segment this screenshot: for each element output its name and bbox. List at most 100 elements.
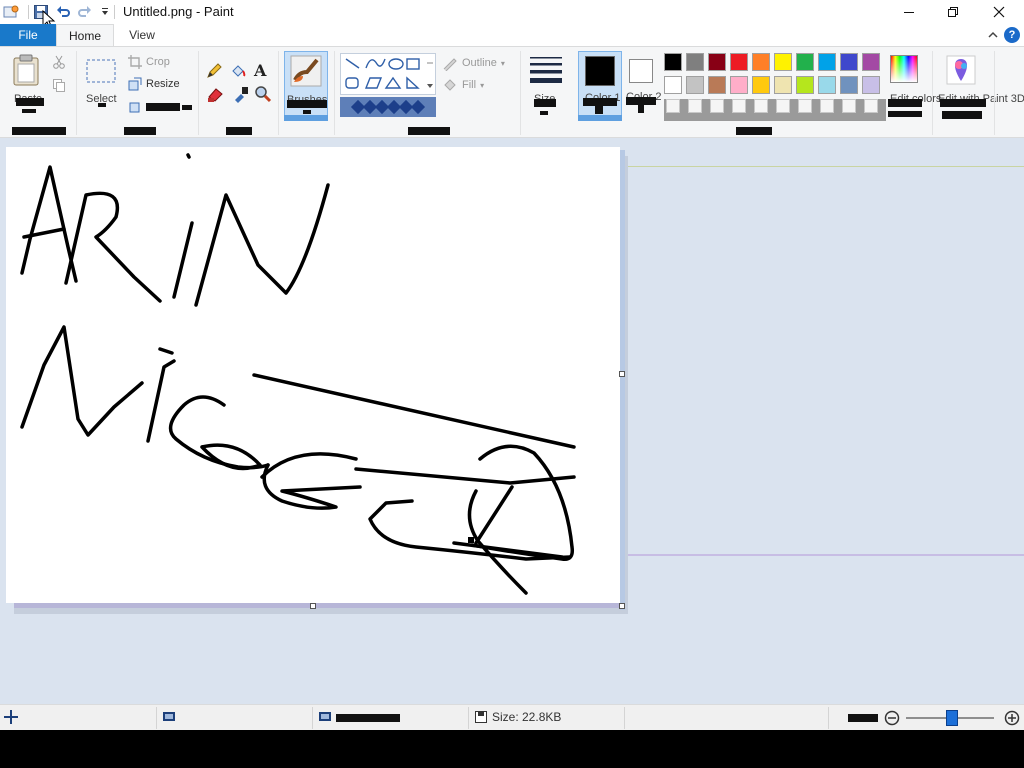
zoom-out-icon[interactable]	[884, 710, 900, 726]
palette-color-swatch[interactable]	[862, 76, 880, 94]
minimize-icon	[904, 12, 914, 13]
brushes-button[interactable]: Brushes	[284, 51, 328, 119]
custom-color-slot[interactable]	[864, 99, 878, 113]
resize-button[interactable]: Resize	[128, 77, 180, 91]
fill-icon	[444, 79, 456, 91]
zoom-in-icon[interactable]	[1004, 710, 1020, 726]
shapes-gallery[interactable]	[340, 53, 436, 95]
color1-button[interactable]: Color 1	[578, 51, 622, 119]
text-tool[interactable]: A	[254, 61, 266, 80]
palette-color-swatch[interactable]	[730, 53, 748, 71]
palette-color-swatch[interactable]	[664, 76, 682, 94]
outline-button[interactable]: Outline ▾	[442, 55, 505, 71]
palette-color-swatch[interactable]	[774, 76, 792, 94]
custom-color-slot[interactable]	[710, 99, 724, 113]
redacted-block	[888, 111, 922, 117]
palette-color-swatch[interactable]	[730, 76, 748, 94]
custom-color-slot[interactable]	[820, 99, 834, 113]
copy-icon	[53, 79, 65, 92]
outline-label: Outline	[462, 57, 497, 69]
palette-color-swatch[interactable]	[752, 76, 770, 94]
copy-button[interactable]	[52, 78, 66, 97]
paste-button[interactable]	[10, 53, 44, 97]
magnifier-tool[interactable]	[254, 85, 272, 108]
palette-color-swatch[interactable]	[840, 53, 858, 71]
help-icon[interactable]: ?	[1004, 27, 1020, 43]
image-size-icon	[319, 712, 331, 721]
palette-color-swatch[interactable]	[862, 53, 880, 71]
close-button[interactable]	[976, 0, 1022, 24]
redacted-block	[534, 99, 556, 107]
customize-qat-button[interactable]	[96, 3, 114, 21]
chevron-down-icon	[102, 8, 108, 15]
redacted-block	[595, 106, 603, 114]
resize-handle-corner[interactable]	[619, 603, 625, 609]
shapes-group-label	[408, 127, 450, 135]
brush-icon	[290, 55, 322, 87]
select-button[interactable]	[84, 57, 118, 87]
redo-icon	[78, 6, 91, 17]
image-group-label	[124, 127, 156, 135]
palette-color-swatch[interactable]	[664, 53, 682, 71]
palette-color-swatch[interactable]	[840, 76, 858, 94]
cut-button[interactable]	[52, 55, 66, 74]
tab-view[interactable]: View	[118, 24, 166, 46]
handwriting-drawing	[20, 153, 576, 595]
color-picker-tool[interactable]	[232, 85, 250, 108]
redacted-block	[583, 98, 617, 106]
color1-swatch	[585, 56, 615, 86]
redacted-block	[16, 98, 44, 106]
palette-color-swatch[interactable]	[796, 76, 814, 94]
undo-button[interactable]	[54, 3, 72, 21]
minimize-button[interactable]	[886, 0, 932, 24]
palette-color-swatch[interactable]	[774, 53, 792, 71]
fill-button[interactable]: Fill ▾	[442, 77, 484, 93]
tab-home[interactable]: Home	[56, 24, 114, 47]
fill-tool[interactable]	[230, 63, 246, 84]
custom-color-slot[interactable]	[842, 99, 856, 113]
edit-paint3d-button[interactable]: Edit with Paint 3D	[938, 53, 1024, 123]
palette-color-swatch[interactable]	[818, 76, 836, 94]
file-size-text: Size: 22.8KB	[492, 710, 562, 724]
palette-color-swatch[interactable]	[708, 76, 726, 94]
redacted-block	[888, 99, 922, 107]
palette-color-swatch[interactable]	[818, 53, 836, 71]
edit-colors-button[interactable]: Edit colors	[886, 53, 941, 123]
line-size-icon	[530, 57, 562, 83]
resize-handle-right[interactable]	[619, 371, 625, 377]
clipboard-icon	[13, 54, 39, 86]
color-spectrum-icon	[890, 55, 918, 83]
eraser-tool[interactable]	[206, 85, 224, 108]
paint-app-icon[interactable]	[2, 3, 20, 21]
drawing-canvas[interactable]	[6, 147, 620, 603]
maximize-button[interactable]	[930, 0, 976, 24]
redacted-block	[942, 111, 982, 119]
color2-button[interactable]: Color 2	[624, 51, 661, 119]
redacted-block	[98, 103, 106, 107]
magnifier-icon	[255, 86, 272, 103]
zoom-slider-thumb[interactable]	[946, 710, 958, 726]
crop-button[interactable]: Crop	[128, 55, 170, 69]
tab-file[interactable]: File	[0, 24, 56, 46]
custom-color-slot[interactable]	[732, 99, 746, 113]
size-button[interactable]: Size	[526, 53, 566, 123]
custom-color-slot[interactable]	[776, 99, 790, 113]
custom-color-slot[interactable]	[666, 99, 680, 113]
pencil-tool[interactable]	[206, 63, 222, 84]
custom-color-slot[interactable]	[798, 99, 812, 113]
redo-button[interactable]	[76, 3, 94, 21]
redacted-block	[146, 103, 180, 111]
color2-swatch	[629, 59, 653, 83]
resize-handle-bottom[interactable]	[310, 603, 316, 609]
ribbon: Paste Select Crop Res	[0, 46, 1024, 138]
palette-color-swatch[interactable]	[686, 53, 704, 71]
collapse-ribbon-icon[interactable]	[986, 28, 1000, 42]
custom-color-slot[interactable]	[688, 99, 702, 113]
palette-color-swatch[interactable]	[796, 53, 814, 71]
custom-color-slot[interactable]	[754, 99, 768, 113]
palette-color-swatch[interactable]	[752, 53, 770, 71]
rotate-button[interactable]	[128, 100, 142, 119]
palette-color-swatch[interactable]	[708, 53, 726, 71]
more-shapes-row[interactable]	[340, 97, 436, 117]
palette-color-swatch[interactable]	[686, 76, 704, 94]
